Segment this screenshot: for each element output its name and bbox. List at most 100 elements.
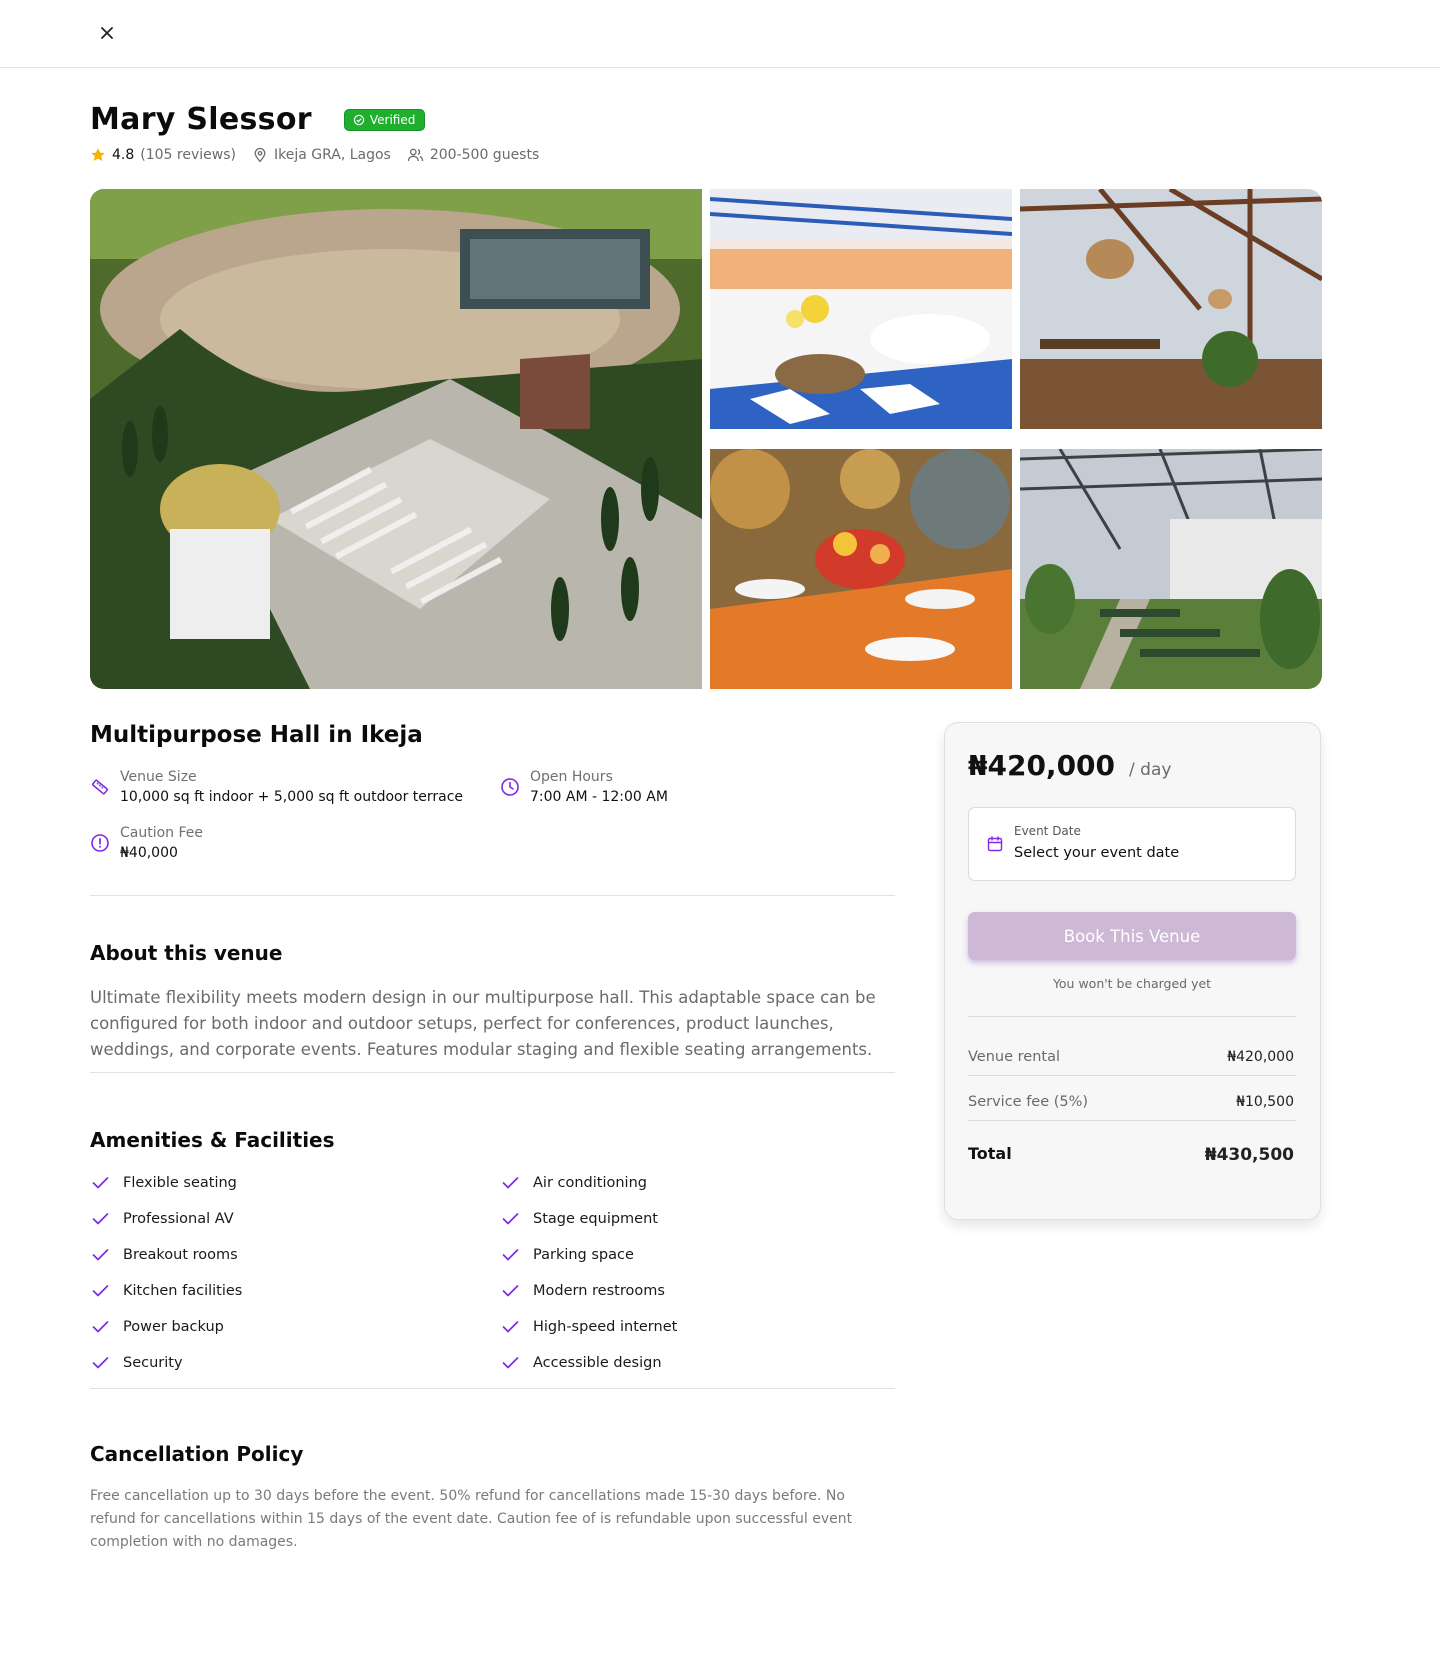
photo-gallery	[90, 189, 1322, 689]
booking-card: ₦420,000 / day Event Date Select your ev…	[944, 722, 1321, 1220]
divider	[90, 1388, 895, 1389]
amenity-item: Kitchen facilities	[92, 1281, 242, 1301]
calendar-icon	[987, 836, 1003, 852]
close-button[interactable]	[96, 22, 118, 44]
location: Ikeja GRA, Lagos	[252, 147, 391, 163]
amenity-label: Security	[123, 1355, 183, 1371]
amenity-item: Parking space	[502, 1245, 634, 1265]
amenity-item: Professional AV	[92, 1209, 234, 1229]
capacity: 200-500 guests	[407, 147, 539, 163]
check-icon	[502, 1285, 519, 1297]
spec-label: Caution Fee	[120, 825, 204, 841]
banquet-hall-photo	[710, 189, 1012, 429]
check-icon	[92, 1285, 109, 1297]
venue-header: Mary Slessor Verified	[90, 102, 426, 137]
spec-venue-size: Venue Size 10,000 sq ft indoor + 5,000 s…	[90, 767, 463, 807]
spec-open-hours: Open Hours 7:00 AM - 12:00 AM	[500, 767, 668, 807]
spec-value: 7:00 AM - 12:00 AM	[530, 789, 668, 805]
gallery-photo-4[interactable]	[710, 449, 1012, 689]
charge-note: You won't be charged yet	[1052, 976, 1212, 991]
gallery-photo-2[interactable]	[710, 189, 1012, 429]
cancellation-heading: Cancellation Policy	[90, 1442, 304, 1466]
amenity-label: Modern restrooms	[533, 1283, 665, 1299]
covered-patio-photo	[1020, 449, 1322, 689]
amenity-item: Stage equipment	[502, 1209, 658, 1229]
venue-name: Mary Slessor	[90, 102, 312, 137]
spec-value: 10,000 sq ft indoor + 5,000 sq ft outdoo…	[120, 789, 464, 805]
divider	[968, 1075, 1296, 1076]
amenity-item: Modern restrooms	[502, 1281, 665, 1301]
amenity-label: Kitchen facilities	[123, 1283, 243, 1299]
star-icon	[91, 148, 105, 161]
amenities-heading: Amenities & Facilities	[90, 1128, 335, 1152]
check-icon	[502, 1249, 519, 1261]
verified-badge: Verified	[343, 108, 426, 131]
terrace-restaurant-photo	[1020, 189, 1322, 429]
clock-icon	[501, 778, 519, 796]
check-icon	[92, 1321, 109, 1333]
service-fee-label: Service fee (5%)	[968, 1094, 1089, 1110]
ruler-icon	[91, 779, 109, 795]
check-icon	[92, 1177, 109, 1189]
price: ₦420,000	[968, 749, 1116, 782]
venue-meta: 4.8 (105 reviews) Ikeja GRA, Lagos 200-5…	[90, 145, 555, 165]
divider	[90, 1072, 895, 1073]
check-icon	[92, 1249, 109, 1261]
check-icon	[502, 1213, 519, 1225]
venue-rental-label: Venue rental	[968, 1049, 1060, 1065]
map-pin-icon	[254, 147, 266, 163]
gallery-photo-3[interactable]	[1020, 189, 1322, 429]
amenity-label: High-speed internet	[533, 1319, 678, 1335]
service-fee-value: ₦10,500	[1236, 1094, 1294, 1110]
amenity-item: High-speed internet	[502, 1317, 677, 1337]
amenity-item: Flexible seating	[92, 1173, 237, 1193]
check-icon	[92, 1213, 109, 1225]
event-date-placeholder: Select your event date	[1014, 845, 1180, 861]
price-row: ₦420,000 / day	[968, 749, 1171, 782]
rating: 4.8 (105 reviews)	[90, 147, 236, 163]
verified-label: Verified	[369, 112, 416, 127]
close-icon	[101, 27, 113, 39]
amenity-label: Air conditioning	[533, 1175, 647, 1191]
event-date-field[interactable]: Event Date Select your event date	[968, 807, 1296, 881]
gallery-photo-5[interactable]	[1020, 449, 1322, 689]
capacity-text: 200-500 guests	[429, 147, 540, 163]
amenity-label: Professional AV	[123, 1211, 234, 1227]
divider	[968, 1120, 1296, 1121]
gallery-photo-main[interactable]	[90, 189, 702, 689]
about-description: Ultimate flexibility meets modern design…	[90, 988, 876, 1059]
amenity-item: Power backup	[92, 1317, 224, 1337]
dinner-table-photo	[710, 449, 1012, 689]
users-icon	[407, 148, 424, 162]
spec-value: ₦40,000	[120, 845, 178, 861]
event-date-label: Event Date	[1014, 824, 1081, 838]
total-label: Total	[968, 1144, 1012, 1163]
garden-venue-photo	[90, 189, 702, 689]
amenity-item: Breakout rooms	[92, 1245, 238, 1265]
venue-rental-value: ₦420,000	[1227, 1049, 1294, 1065]
location-text: Ikeja GRA, Lagos	[273, 147, 391, 163]
book-venue-button[interactable]: Book This Venue	[968, 912, 1296, 960]
amenity-item: Security	[92, 1353, 183, 1373]
spec-label: Open Hours	[530, 769, 613, 785]
check-icon	[92, 1357, 109, 1369]
check-icon	[502, 1321, 519, 1333]
divider	[90, 895, 895, 896]
amenity-label: Stage equipment	[533, 1211, 658, 1227]
cancellation-text: Free cancellation up to 30 days before t…	[90, 1488, 853, 1550]
review-count[interactable]: (105 reviews)	[140, 147, 236, 163]
check-icon	[502, 1177, 519, 1189]
amenity-label: Parking space	[533, 1247, 634, 1263]
amenity-item: Air conditioning	[502, 1173, 647, 1193]
amenity-label: Breakout rooms	[123, 1247, 238, 1263]
amenity-label: Power backup	[123, 1319, 224, 1335]
price-unit: / day	[1129, 760, 1172, 780]
top-bar	[0, 0, 1440, 68]
amenity-item: Accessible design	[502, 1353, 662, 1373]
alert-circle-icon	[91, 834, 109, 852]
check-icon	[502, 1357, 519, 1369]
check-circle-icon	[353, 114, 365, 125]
listing-title: Multipurpose Hall in Ikeja	[90, 722, 423, 748]
spec-label: Venue Size	[120, 769, 197, 785]
amenity-label: Flexible seating	[123, 1175, 237, 1191]
